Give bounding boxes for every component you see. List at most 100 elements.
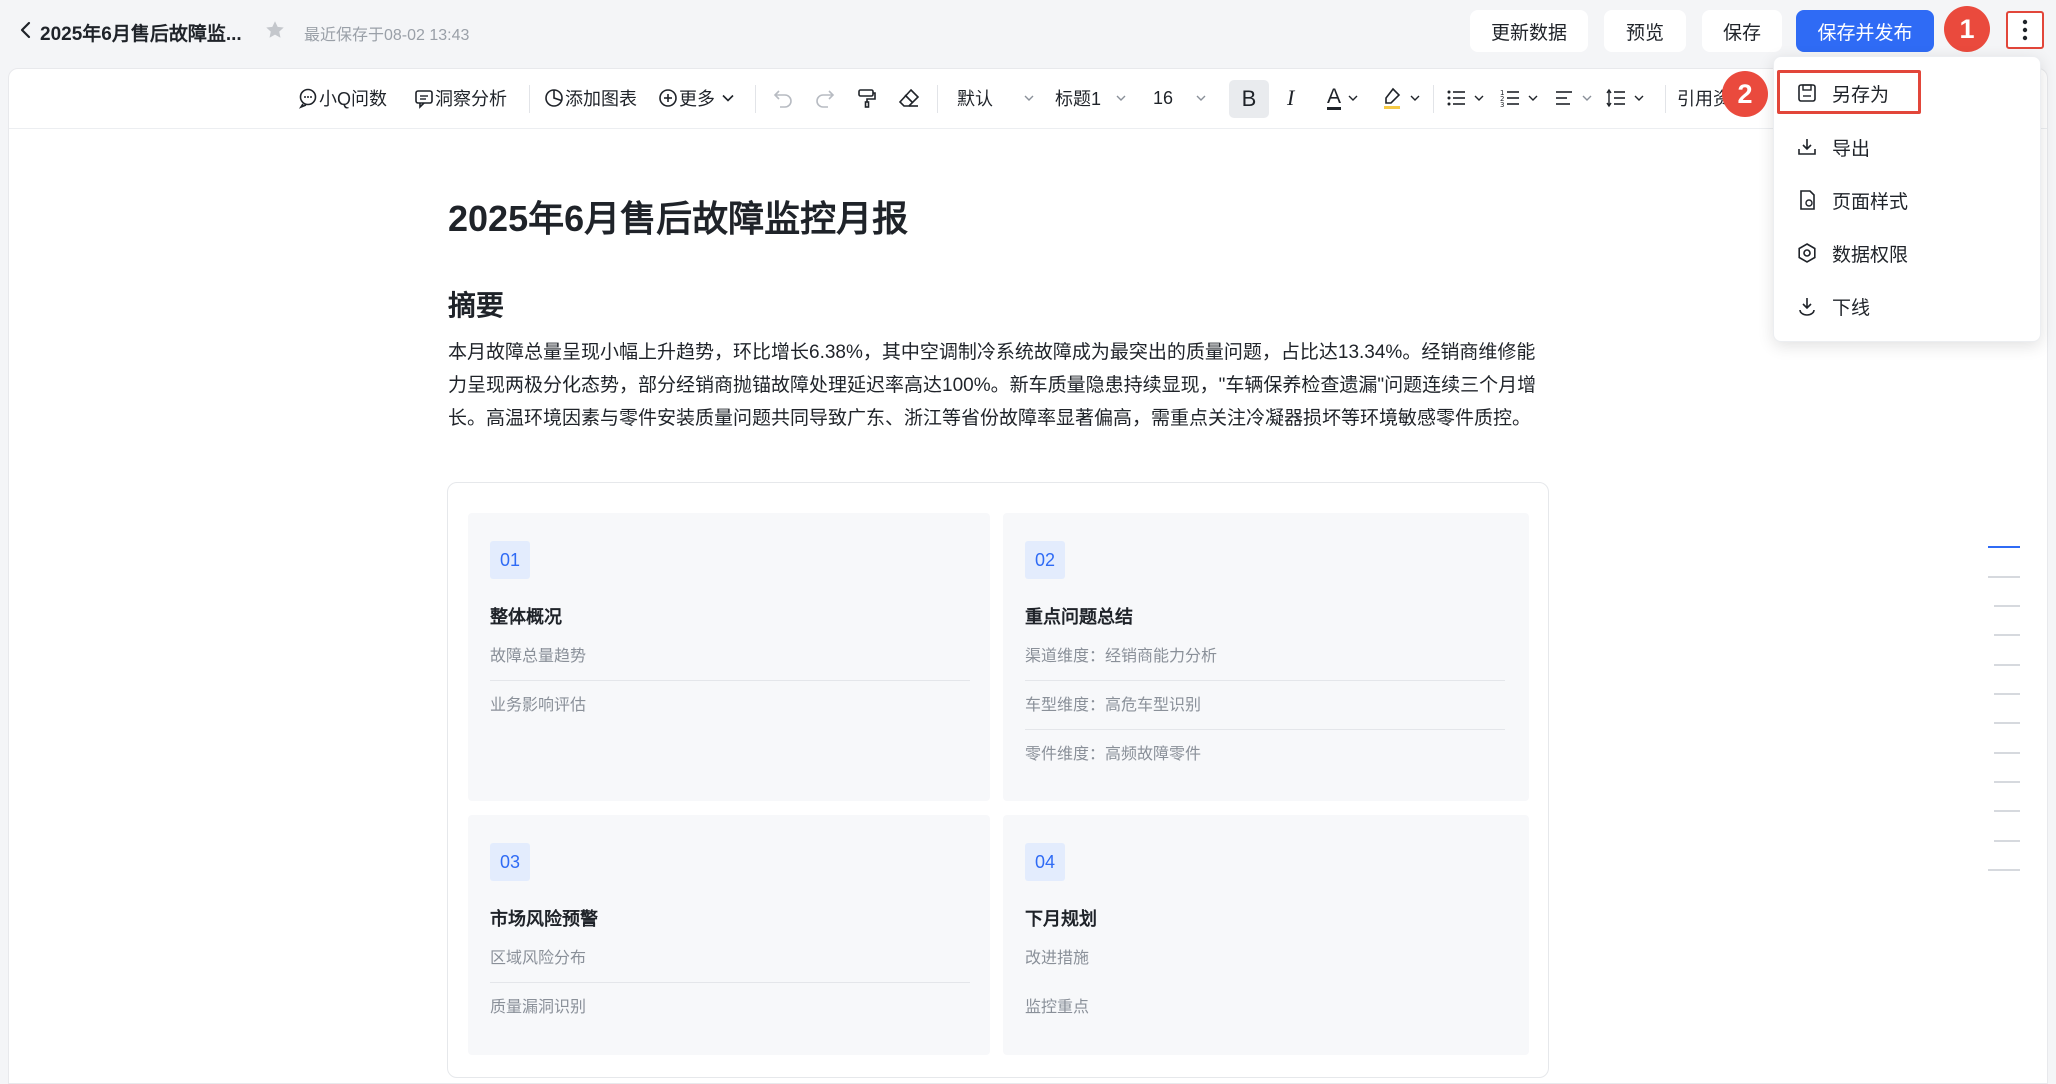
toolbar-divider xyxy=(937,85,938,113)
outline-cards-grid: 01 整体概况 故障总量趋势 业务影响评估 02 重点问题总结 渠道维度：经销商… xyxy=(447,482,1549,1078)
italic-button[interactable]: I xyxy=(1287,83,1294,113)
back-arrow-icon[interactable] xyxy=(14,18,38,42)
format-painter-button[interactable] xyxy=(855,83,879,113)
card-item: 质量漏洞识别 xyxy=(490,999,587,1016)
ask-data-label: 小Q问数 xyxy=(319,89,388,109)
heading-select[interactable]: 标题1 xyxy=(1055,83,1127,113)
menu-item-label: 页面样式 xyxy=(1832,191,1909,213)
update-data-button[interactable]: 更新数据 xyxy=(1470,10,1588,52)
outline-marker[interactable] xyxy=(1988,869,2020,871)
outline-marker[interactable] xyxy=(1994,781,2020,783)
menu-item-label: 导出 xyxy=(1832,138,1871,160)
card-item: 业务影响评估 xyxy=(490,697,587,714)
ask-data-button[interactable]: 小Q问数 xyxy=(297,83,387,113)
chevron-down-icon xyxy=(1024,95,1034,101)
card-title: 整体概况 xyxy=(490,607,562,627)
svg-text:3: 3 xyxy=(1500,101,1504,109)
align-left-icon xyxy=(1556,91,1572,105)
add-chart-label: 添加图表 xyxy=(565,89,637,109)
chevron-down-icon xyxy=(1196,95,1206,101)
toolbar-divider xyxy=(1433,85,1434,113)
highlighter-icon xyxy=(1384,87,1401,109)
insight-analysis-button[interactable]: 洞察分析 xyxy=(413,83,507,113)
card-title: 市场风险预警 xyxy=(490,909,598,929)
step-badge-1: 1 xyxy=(1944,6,1990,52)
preview-button[interactable]: 预览 xyxy=(1604,10,1686,52)
save-button[interactable]: 保存 xyxy=(1702,10,1782,52)
eraser-icon xyxy=(898,88,920,107)
paragraph-style-select[interactable]: 默认 xyxy=(957,83,1035,113)
card-item: 零件维度：高频故障零件 xyxy=(1025,746,1202,763)
outline-marker[interactable] xyxy=(1994,810,2020,812)
page-settings-icon xyxy=(1800,190,1815,210)
take-offline-icon xyxy=(1799,298,1815,316)
clear-format-button[interactable] xyxy=(897,83,921,113)
outline-marker[interactable] xyxy=(1994,634,2020,636)
card-title: 下月规划 xyxy=(1025,909,1097,929)
font-color-button[interactable]: A xyxy=(1327,83,1359,113)
chevron-down-icon xyxy=(1634,95,1644,101)
numbered-list-icon: 123 xyxy=(1500,89,1519,109)
chevron-down-icon xyxy=(1116,95,1126,101)
outline-marker[interactable] xyxy=(1994,722,2020,724)
outline-marker[interactable] xyxy=(1994,664,2020,666)
outline-marker[interactable] xyxy=(1994,693,2020,695)
bold-button[interactable]: B xyxy=(1229,80,1269,118)
bullet-list-button[interactable] xyxy=(1445,83,1485,113)
card-title: 重点问题总结 xyxy=(1025,607,1133,627)
chevron-down-icon xyxy=(1528,95,1538,101)
outline-marker[interactable] xyxy=(1988,546,2020,548)
menu-item-save-as[interactable]: 另存为 xyxy=(1796,79,1889,107)
card-item: 改进措施 xyxy=(1025,950,1090,967)
outline-card[interactable]: 01 整体概况 故障总量趋势 业务影响评估 xyxy=(468,513,990,801)
save-as-icon xyxy=(1798,84,1816,102)
menu-item-offline[interactable]: 下线 xyxy=(1796,292,1870,320)
numbered-list-button[interactable]: 123 xyxy=(1499,83,1539,113)
download-icon xyxy=(1798,139,1816,155)
toolbar-divider xyxy=(755,85,756,113)
menu-item-data-permission[interactable]: 数据权限 xyxy=(1796,239,1908,267)
font-size-select[interactable]: 16 xyxy=(1153,83,1207,113)
outline-card[interactable]: 02 重点问题总结 渠道维度：经销商能力分析 车型维度：高危车型识别 零件维度：… xyxy=(1003,513,1529,801)
card-item: 监控重点 xyxy=(1025,999,1090,1016)
gear-icon xyxy=(1798,243,1816,263)
save-status: 最近保存于08-02 13:43 xyxy=(304,27,470,44)
chevron-down-icon xyxy=(1582,95,1592,101)
plus-circle-icon xyxy=(659,89,677,107)
undo-button[interactable] xyxy=(771,83,795,113)
outline-marker[interactable] xyxy=(1994,840,2020,842)
paragraph-style-value: 默认 xyxy=(957,89,993,109)
more-insert-button[interactable]: 更多 xyxy=(657,83,735,113)
chevron-down-icon xyxy=(1410,95,1420,101)
add-chart-button[interactable]: 添加图表 xyxy=(543,83,637,113)
more-options-button[interactable] xyxy=(2006,11,2044,49)
outline-marker[interactable] xyxy=(1994,605,2020,607)
card-number: 01 xyxy=(490,541,530,579)
highlight-button[interactable] xyxy=(1381,83,1421,113)
line-spacing-button[interactable] xyxy=(1605,83,1645,113)
heading-value: 标题1 xyxy=(1055,89,1102,109)
menu-item-export[interactable]: 导出 xyxy=(1796,133,1870,161)
card-item: 区域风险分布 xyxy=(490,935,970,983)
report-title: 2025年6月售后故障监控月报 xyxy=(448,198,909,239)
card-item: 故障总量趋势 xyxy=(490,633,970,681)
pie-chart-icon xyxy=(545,89,563,107)
redo-icon xyxy=(816,90,835,108)
chevron-down-icon xyxy=(1474,95,1484,101)
save-and-publish-button[interactable]: 保存并发布 xyxy=(1796,10,1934,52)
outline-marker[interactable] xyxy=(1994,752,2020,754)
align-button[interactable] xyxy=(1553,83,1593,113)
card-item: 车型维度：高危车型识别 xyxy=(1025,682,1505,730)
star-icon[interactable] xyxy=(264,19,286,41)
outline-card[interactable]: 03 市场风险预警 区域风险分布 质量漏洞识别 xyxy=(468,815,990,1055)
more-insert-label: 更多 xyxy=(679,89,715,109)
outline-marker[interactable] xyxy=(1988,576,2020,578)
comment-icon xyxy=(415,90,433,109)
chevron-down-icon xyxy=(1348,95,1358,101)
menu-item-label: 另存为 xyxy=(1832,84,1890,106)
menu-item-page-style[interactable]: 页面样式 xyxy=(1796,186,1908,214)
redo-button[interactable] xyxy=(813,83,837,113)
vertical-ellipsis-icon xyxy=(2022,19,2028,41)
outline-card[interactable]: 04 下月规划 改进措施 监控重点 xyxy=(1003,815,1529,1055)
chevron-down-icon xyxy=(722,94,734,102)
